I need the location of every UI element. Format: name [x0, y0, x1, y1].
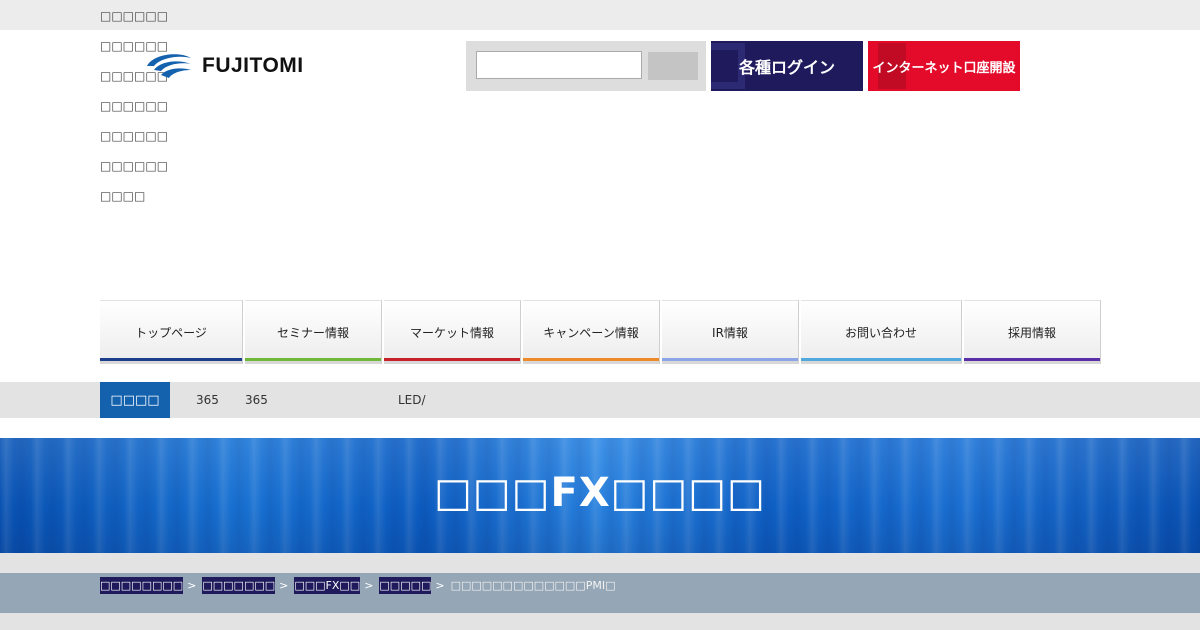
nav-item-label: マーケット情報 — [409, 326, 494, 340]
top-utility-bar — [0, 0, 1200, 30]
utility-link[interactable]: □□□□□□ — [100, 98, 168, 128]
login-button[interactable]: 各種ログイン — [711, 41, 863, 91]
breadcrumb-separator: > — [279, 579, 289, 592]
breadcrumb-link[interactable]: □□□□□ — [379, 577, 432, 594]
nav-item-top-page[interactable]: トップページ — [100, 300, 242, 364]
news-label: □□□□ — [100, 382, 170, 418]
open-account-button[interactable]: インターネット口座開設 — [868, 41, 1020, 91]
utility-links: □□□□□□ □□□□□□ □□□□□□ □□□□□□ □□□□□□ □□□□□… — [100, 8, 168, 218]
page-hero-banner: □□□FX□□□□ — [0, 438, 1200, 553]
breadcrumb-bar: □□□□□□□□ > □□□□□□□ > □□□FX□□ > □□□□□ > □… — [0, 573, 1200, 613]
news-ticker: □□□□ 365 365 LED/ — [0, 382, 1200, 418]
nav-item-market[interactable]: マーケット情報 — [384, 300, 520, 364]
logo-text: FUJITOMI — [202, 54, 304, 77]
search-input[interactable] — [476, 51, 642, 79]
nav-item-seminar[interactable]: セミナー情報 — [245, 300, 381, 364]
nav-item-recruit[interactable]: 採用情報 — [964, 300, 1100, 364]
utility-link[interactable]: □□□□□□ — [100, 128, 168, 158]
breadcrumb-separator: > — [364, 579, 374, 592]
breadcrumb: □□□□□□□□ > □□□□□□□ > □□□FX□□ > □□□□□ > □… — [100, 577, 615, 594]
site-logo[interactable]: FUJITOMI — [145, 52, 304, 80]
breadcrumb-separator: > — [187, 579, 197, 592]
nav-item-contact[interactable]: お問い合わせ — [801, 300, 961, 364]
breadcrumb-link[interactable]: □□□FX□□ — [294, 577, 361, 594]
search-button[interactable] — [648, 52, 698, 80]
nav-item-campaign[interactable]: キャンペーン情報 — [523, 300, 659, 364]
breadcrumb-link[interactable]: □□□□□□□□ — [100, 577, 184, 594]
nav-item-ir[interactable]: IR情報 — [662, 300, 798, 364]
utility-link[interactable]: □□□□□□ — [100, 158, 168, 188]
nav-item-label: お問い合わせ — [844, 326, 917, 340]
page-title: □□□FX□□□□ — [434, 470, 766, 516]
search-box — [466, 41, 706, 91]
utility-link[interactable]: □□□□ — [100, 188, 168, 218]
login-button-label: 各種ログイン — [738, 58, 835, 77]
news-item[interactable]: 365 — [196, 393, 219, 407]
breadcrumb-link[interactable]: □□□□□□□ — [202, 577, 276, 594]
news-item[interactable]: LED/ — [398, 393, 426, 407]
spacer-band — [0, 553, 1200, 573]
global-navigation: トップページ セミナー情報 マーケット情報 キャンペーン情報 IR情報 お問い合… — [100, 300, 1100, 364]
fujitomi-logo-icon — [147, 54, 191, 78]
breadcrumb-separator: > — [435, 579, 445, 592]
news-item[interactable]: 365 — [245, 393, 268, 407]
nav-item-label: トップページ — [135, 326, 207, 340]
nav-item-label: セミナー情報 — [276, 326, 349, 340]
utility-link[interactable]: □□□□□□ — [100, 8, 168, 38]
nav-item-label: IR情報 — [712, 326, 748, 340]
nav-item-label: 採用情報 — [1007, 326, 1056, 340]
nav-item-label: キャンペーン情報 — [543, 326, 639, 340]
open-account-button-label: インターネット口座開設 — [872, 60, 1016, 76]
breadcrumb-current: □□□□□□□□□□□□□PMI□ — [450, 579, 616, 592]
bottom-band — [0, 613, 1200, 630]
